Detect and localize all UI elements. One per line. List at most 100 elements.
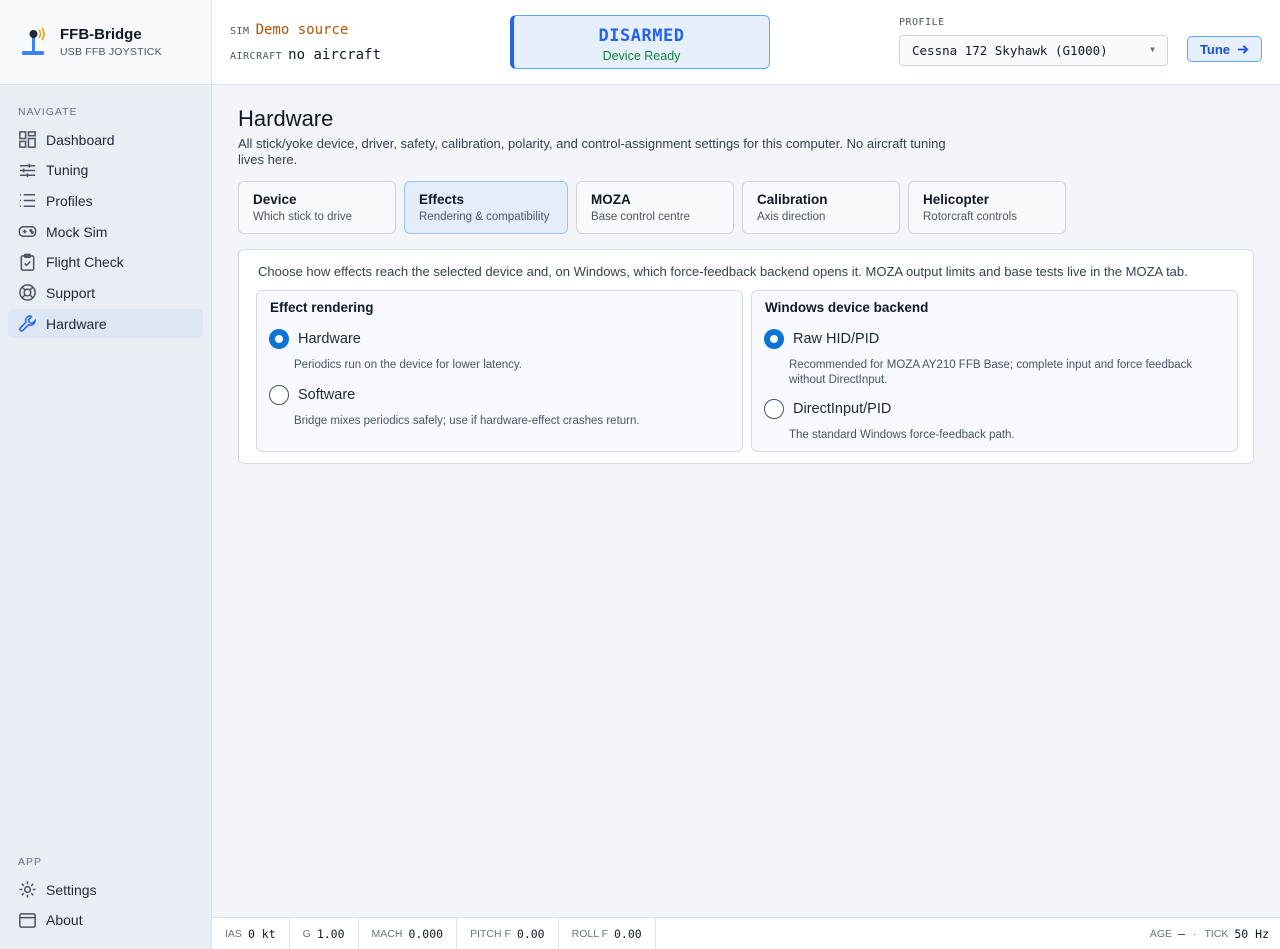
- dashboard-icon: [19, 131, 36, 148]
- age-value: —: [1178, 927, 1185, 941]
- sidebar-item-settings[interactable]: Settings: [8, 875, 203, 904]
- ias-readout: IAS 0 kt: [212, 917, 290, 949]
- radio-software[interactable]: Software: [269, 385, 355, 405]
- sidebar-item-label: Tuning: [46, 162, 89, 179]
- group-title: Windows device backend: [765, 300, 929, 315]
- profile-select[interactable]: Cessna 172 Skyhawk (G1000) ▼: [899, 35, 1168, 66]
- page-description: All stick/yoke device, driver, safety, c…: [238, 136, 946, 167]
- radio-button[interactable]: [269, 385, 289, 405]
- sidebar-item-flight-check[interactable]: Flight Check: [8, 248, 203, 277]
- sidebar-item-dashboard[interactable]: Dashboard: [8, 125, 203, 154]
- ias-value: 0 kt: [247, 926, 276, 941]
- sidebar-item-label: About: [46, 912, 83, 929]
- radio-button[interactable]: [764, 399, 784, 419]
- age-label: AGE: [1149, 928, 1173, 940]
- aircraft-readout: AIRCRAFT no aircraft: [230, 46, 381, 63]
- clipboard-check-icon: [20, 253, 35, 271]
- app-heading: APP: [18, 856, 43, 868]
- radio-raw-hid[interactable]: Raw HID/PID: [764, 329, 879, 349]
- sidebar-item-label: Mock Sim: [46, 223, 108, 240]
- gamepad-icon: [18, 226, 37, 238]
- radio-button-checked[interactable]: [764, 329, 784, 349]
- list-icon: [19, 194, 36, 208]
- tab-helicopter[interactable]: Helicopter Rotorcraft controls: [908, 181, 1066, 234]
- sidebar-item-support[interactable]: Support: [8, 278, 203, 307]
- aircraft-label: AIRCRAFT: [230, 51, 283, 62]
- aircraft-value: no aircraft: [288, 47, 381, 63]
- tab-subtitle: Base control centre: [591, 211, 691, 223]
- radio-directinput[interactable]: DirectInput/PID: [764, 399, 891, 419]
- tab-title: Effects: [419, 192, 465, 207]
- tab-effects[interactable]: Effects Rendering & compatibility: [404, 181, 568, 234]
- pitch-label: PITCH F: [470, 927, 511, 940]
- windows-backend-group: Windows device backend Raw HID/PID Recom…: [751, 290, 1238, 452]
- sidebar-item-about[interactable]: About: [8, 906, 203, 935]
- sim-value: Demo source: [255, 22, 349, 38]
- sidebar-item-mock-sim[interactable]: Mock Sim: [8, 217, 203, 246]
- app-title: FFB-Bridge: [60, 26, 142, 43]
- ias-label: IAS: [225, 927, 242, 940]
- roll-label: ROLL F: [571, 927, 608, 940]
- tab-moza[interactable]: MOZA Base control centre: [576, 181, 734, 234]
- radio-label: DirectInput/PID: [793, 401, 892, 417]
- wrench-icon: [19, 315, 36, 332]
- nav-heading: NAVIGATE: [18, 106, 78, 118]
- effects-panel: Choose how effects reach the selected de…: [238, 249, 1254, 464]
- pitch-force-readout: PITCH F 0.00: [457, 917, 559, 949]
- sim-label: SIM: [230, 26, 250, 37]
- sidebar-item-label: Settings: [46, 881, 97, 898]
- radio-button-checked[interactable]: [269, 329, 289, 349]
- mach-value: 0.000: [408, 926, 444, 941]
- roll-force-readout: ROLL F 0.00: [559, 917, 656, 949]
- lifebuoy-icon: [19, 284, 36, 302]
- arm-status-badge[interactable]: DISARMED Device Ready: [510, 15, 770, 69]
- radio-label: Software: [298, 387, 356, 403]
- sidebar-item-hardware[interactable]: Hardware: [8, 309, 203, 339]
- roll-value: 0.00: [613, 926, 642, 941]
- device-status: Device Ready: [602, 49, 681, 63]
- sidebar: FFB-Bridge USB FFB JOYSTICK NAVIGATE Das…: [0, 0, 212, 949]
- g-readout: G 1.00: [290, 917, 359, 949]
- tab-device[interactable]: Device Which stick to drive: [238, 181, 396, 234]
- page-title: Hardware: [238, 106, 334, 131]
- chevron-down-icon: ▼: [1150, 45, 1155, 54]
- tab-title: Calibration: [757, 192, 828, 207]
- tab-title: Helicopter: [923, 192, 990, 207]
- sidebar-item-tuning[interactable]: Tuning: [8, 156, 203, 185]
- sidebar-item-label: Profiles: [46, 192, 93, 209]
- app-subtitle: USB FFB JOYSTICK: [60, 46, 162, 58]
- arrow-right-icon: [1237, 44, 1249, 54]
- radio-hardware[interactable]: Hardware: [269, 329, 361, 349]
- arm-status: DISARMED: [598, 26, 685, 46]
- top-header: SIM Demo source AIRCRAFT no aircraft DISAR…: [212, 0, 1280, 85]
- tune-button[interactable]: Tune: [1187, 36, 1262, 62]
- tab-subtitle: Rendering & compatibility: [419, 211, 550, 223]
- mach-label: MACH: [371, 927, 403, 940]
- radio-label: Hardware: [298, 331, 361, 347]
- separator-dot: ·: [1192, 928, 1197, 940]
- tick-readout: AGE — · TICK 50 Hz: [1150, 927, 1269, 941]
- joystick-logo-icon: [22, 27, 45, 55]
- tab-subtitle: Rotorcraft controls: [923, 211, 1017, 223]
- group-title: Effect rendering: [270, 300, 374, 315]
- tune-label: Tune: [1199, 41, 1231, 57]
- pitch-value: 0.00: [516, 926, 545, 941]
- radio-label: Raw HID/PID: [793, 331, 880, 347]
- sliders-icon: [19, 163, 36, 177]
- sidebar-item-label: Hardware: [46, 315, 107, 332]
- tab-subtitle: Which stick to drive: [253, 211, 353, 223]
- sidebar-item-label: Flight Check: [46, 254, 124, 271]
- radio-help: The standard Windows force-feedback path…: [789, 429, 1015, 441]
- tick-label: TICK: [1204, 928, 1229, 940]
- profile-value: Cessna 172 Skyhawk (G1000): [912, 43, 1108, 58]
- g-label: G: [302, 927, 311, 940]
- app-nav-list: Settings About: [8, 875, 203, 936]
- sidebar-item-label: Dashboard: [46, 131, 115, 148]
- g-value: 1.00: [316, 926, 345, 941]
- sidebar-item-profiles[interactable]: Profiles: [8, 186, 203, 215]
- gear-icon: [19, 881, 36, 898]
- mach-readout: MACH 0.000: [359, 917, 458, 949]
- brand: FFB-Bridge USB FFB JOYSTICK: [0, 0, 211, 85]
- tab-calibration[interactable]: Calibration Axis direction: [742, 181, 900, 234]
- window-icon: [19, 912, 36, 928]
